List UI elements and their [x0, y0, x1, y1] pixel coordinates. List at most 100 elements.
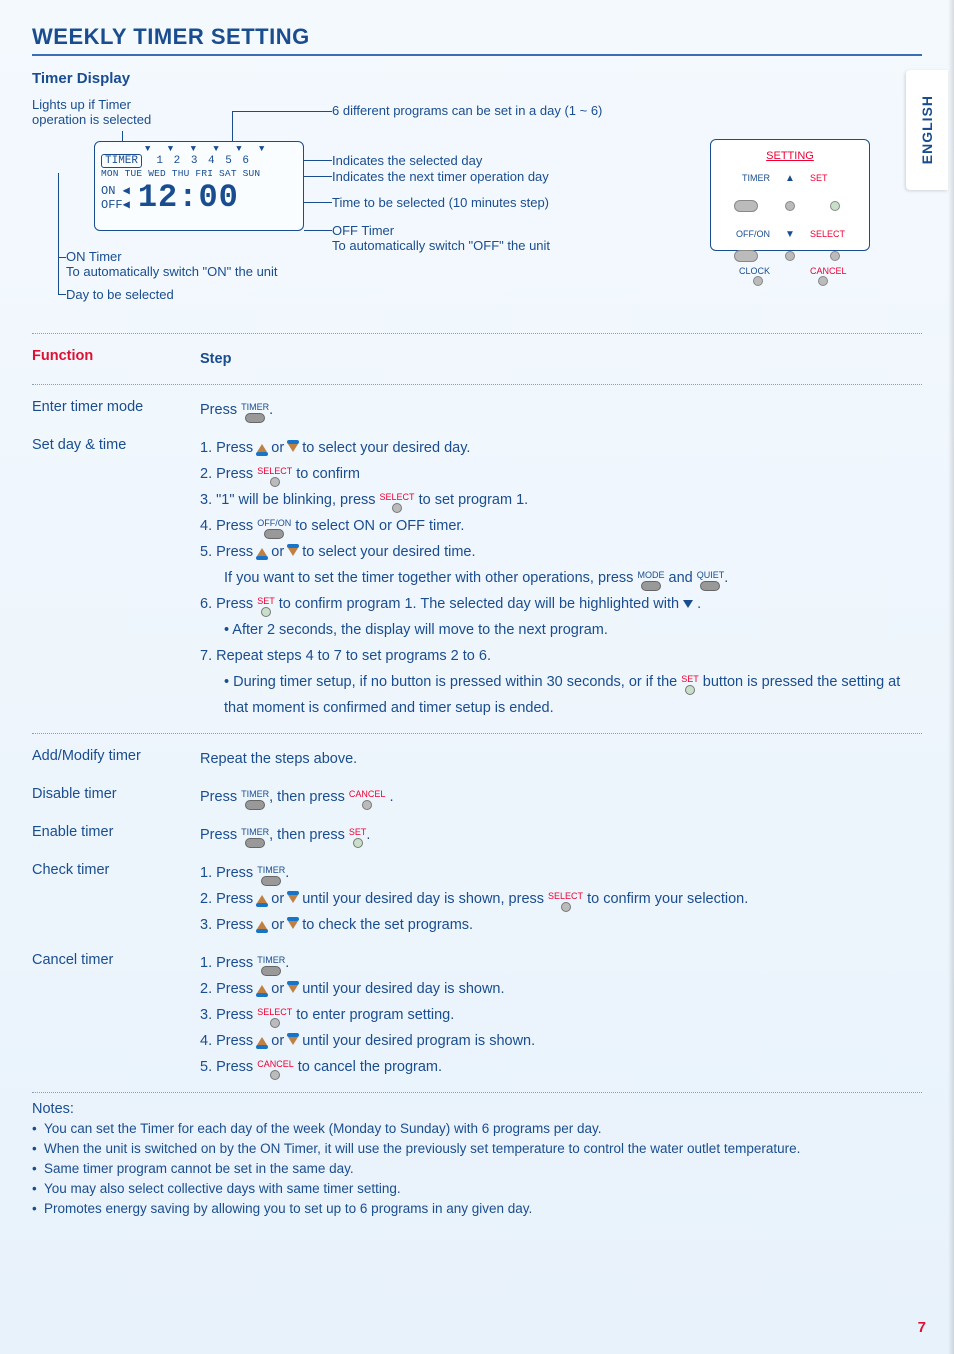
text: to check the set programs. [302, 917, 473, 933]
up-icon [257, 985, 267, 993]
remote-setting-panel: SETTING TIMER ▲ SET OFF/ON ▼ SELECT CLOC… [710, 139, 870, 251]
lcd-display: ▼ ▼ ▼ ▼ ▼ ▼ TIMER 1 2 3 4 5 6 MON TUE WE… [94, 141, 304, 231]
remote-timer-button[interactable] [734, 200, 758, 212]
step-add-modify: Repeat the steps above. [200, 746, 922, 772]
row-set-day-time: Set day & time 1. Press or to select you… [32, 429, 922, 727]
text: • After 2 seconds, the display will move… [200, 617, 922, 643]
leader-line [304, 176, 332, 177]
set-label: SET [349, 827, 367, 837]
remote-clock-label: CLOCK [719, 266, 772, 276]
text: 7. Repeat steps 4 to 7 to set programs 2… [200, 643, 922, 669]
notes-section: Notes: You can set the Timer for each da… [32, 1101, 922, 1219]
step-cancel-timer: 1. Press TIMER. 2. Press or until your d… [200, 950, 922, 1080]
leader-line [304, 202, 332, 203]
select-button-icon [270, 1018, 280, 1028]
remote-down-icon: ▼ [776, 229, 804, 240]
remote-title: SETTING [719, 150, 861, 162]
leader-line [58, 294, 66, 295]
lcd-timer-box: TIMER [101, 154, 142, 168]
up-icon [257, 921, 267, 929]
section-subtitle: Timer Display [32, 70, 922, 87]
divider [32, 333, 922, 334]
callout-lights-up: Lights up if Timer operation is selected [32, 97, 162, 127]
up-icon [257, 548, 267, 556]
text: or [271, 1033, 284, 1049]
page-title: WEEKLY TIMER SETTING [32, 24, 922, 56]
header-function: Function [32, 346, 200, 364]
row-enter-timer: Enter timer mode Press TIMER. [32, 391, 922, 429]
remote-offon-button[interactable] [734, 250, 758, 262]
down-icon [288, 444, 298, 452]
leader-line [232, 111, 332, 112]
callout-off-timer: OFF Timer To automatically switch "OFF" … [332, 223, 550, 253]
offon-label: OFF/ON [257, 518, 291, 528]
cancel-button-icon [362, 800, 372, 810]
timer-display-diagram: Lights up if Timer operation is selected… [32, 97, 922, 327]
notes-title: Notes: [32, 1101, 922, 1117]
remote-offon-label: OFF/ON [719, 229, 772, 239]
function-step-table: Function Step Enter timer mode Press TIM… [32, 340, 922, 1086]
text: or [271, 917, 284, 933]
text: , then press [269, 789, 345, 805]
mode-label: MODE [637, 570, 664, 580]
step-set-day-time: 1. Press or to select your desired day. … [200, 435, 922, 721]
timer-label: TIMER [241, 402, 269, 412]
down-icon [288, 548, 298, 556]
table-header: Function Step [32, 340, 922, 378]
page-number: 7 [918, 1319, 926, 1336]
text: and [669, 570, 693, 586]
remote-set-label: SET [808, 173, 861, 183]
timer-button-icon [261, 966, 281, 976]
cancel-label: CANCEL [349, 789, 386, 799]
text: Press [200, 789, 237, 805]
page-edge-shadow [948, 0, 954, 1354]
text: 2. Press [200, 466, 253, 482]
callout-6-programs: 6 different programs can be set in a day… [332, 103, 602, 118]
remote-clock-button[interactable] [753, 276, 763, 286]
remote-cancel-button[interactable] [818, 276, 828, 286]
callout-on-timer-title: ON Timer [66, 249, 122, 264]
header-step: Step [200, 346, 922, 372]
remote-center-up[interactable] [776, 201, 804, 211]
text: 3. Press [200, 1007, 253, 1023]
remote-cancel-label: CANCEL [808, 266, 861, 276]
text: to select ON or OFF timer. [295, 518, 464, 534]
text: 4. Press [200, 1033, 253, 1049]
callout-on-timer-text: To automatically switch "ON" the unit [66, 264, 278, 279]
leader-line [58, 257, 66, 258]
text: or [271, 981, 284, 997]
text: until your desired day is shown, press [302, 891, 544, 907]
row-enable-timer: Enable timer Press TIMER, then press SET… [32, 816, 922, 854]
note-item: When the unit is switched on by the ON T… [32, 1139, 922, 1159]
callout-next-day: Indicates the next timer operation day [332, 169, 549, 184]
label-enter-timer: Enter timer mode [32, 397, 200, 415]
text: 3. "1" will be blinking, press [200, 492, 376, 508]
quiet-label: QUIET [697, 570, 725, 580]
text: 6. Press [200, 596, 253, 612]
text: 5. Press [200, 544, 253, 560]
down-icon [288, 895, 298, 903]
text: or [271, 544, 284, 560]
cancel-button-icon [270, 1070, 280, 1080]
text: If you want to set the timer together wi… [224, 570, 633, 586]
leader-line [304, 160, 332, 161]
callout-on-timer: ON Timer To automatically switch "ON" th… [66, 249, 278, 279]
label-check-timer: Check timer [32, 860, 200, 878]
text: • During timer setup, if no button is pr… [224, 674, 677, 690]
divider [32, 1092, 922, 1093]
text: until your desired program is shown. [302, 1033, 535, 1049]
page: WEEKLY TIMER SETTING Timer Display ENGLI… [0, 0, 954, 1243]
text: , then press [269, 827, 345, 843]
set-button-icon [261, 607, 271, 617]
remote-set-button[interactable] [830, 201, 840, 211]
timer-label: TIMER [257, 955, 285, 965]
text: Press [200, 827, 237, 843]
lcd-days-row: MON TUE WED THU FRI SAT SUN [101, 168, 297, 179]
text: 4. Press [200, 518, 253, 534]
step-enable-timer: Press TIMER, then press SET. [200, 822, 922, 848]
cancel-label: CANCEL [257, 1059, 294, 1069]
remote-select-button[interactable] [830, 251, 840, 261]
down-triangle-icon [683, 600, 693, 608]
up-icon [257, 444, 267, 452]
remote-center-down[interactable] [776, 251, 804, 261]
